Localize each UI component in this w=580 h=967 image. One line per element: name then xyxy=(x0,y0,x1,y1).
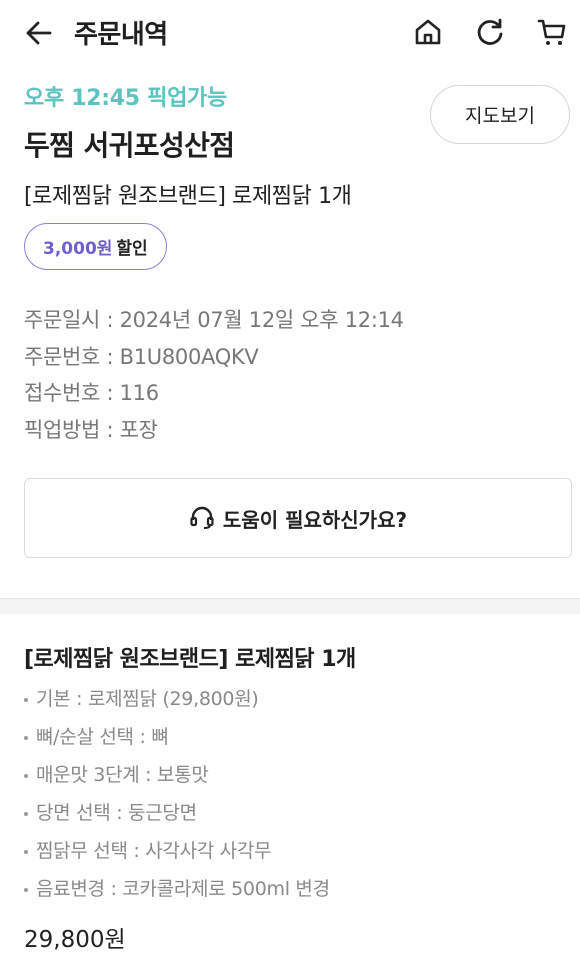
option-text: 뼈/순살 선택 : 뼈 xyxy=(36,726,169,748)
discount-amount: 3,000원 xyxy=(43,239,113,259)
pickup-method: 픽업방법 : 포장 xyxy=(24,418,158,443)
order-summary: [로제찜닭 원조브랜드] 로제찜닭 1개 xyxy=(24,184,352,209)
home-button[interactable] xyxy=(410,14,446,50)
menu-option-list: 기본 : 로제찜닭 (29,800원) 뼈/순살 선택 : 뼈 매운맛 3단계 … xyxy=(24,680,330,908)
option-item: 매운맛 3단계 : 보통맛 xyxy=(24,756,330,794)
headset-icon xyxy=(190,506,214,529)
arrow-left-icon xyxy=(26,21,52,45)
order-info-list: 주문일시 : 2024년 07월 12일 오후 12:14 주문번호 : B1U… xyxy=(24,304,404,451)
section-divider xyxy=(0,598,580,614)
bullet-icon xyxy=(24,888,28,892)
option-text: 찜닭무 선택 : 사각사각 사각무 xyxy=(36,840,272,862)
item-price: 29,800원 xyxy=(24,927,126,953)
map-view-button[interactable]: 지도보기 xyxy=(430,85,570,144)
app-header: 주문내역 xyxy=(0,0,580,64)
bullet-icon xyxy=(24,812,28,816)
option-item: 당면 선택 : 둥근당면 xyxy=(24,794,330,832)
bullet-icon xyxy=(24,850,28,854)
cart-button[interactable] xyxy=(534,14,570,50)
help-button[interactable]: 도움이 필요하신가요? xyxy=(24,478,572,558)
option-text: 음료변경 : 코카콜라제로 500ml 변경 xyxy=(36,878,330,900)
bullet-icon xyxy=(24,774,28,778)
option-text: 당면 선택 : 둥근당면 xyxy=(36,802,197,824)
option-text: 기본 : 로제찜닭 (29,800원) xyxy=(36,688,259,710)
help-label: 도움이 필요하신가요? xyxy=(222,507,408,532)
store-name: 두찜 서귀포성산점 xyxy=(24,129,235,162)
cart-icon xyxy=(537,19,566,45)
pickup-time: 오후 12:45 픽업가능 xyxy=(24,86,227,111)
page-title: 주문내역 xyxy=(74,20,168,50)
discount-badge: 3,000원 할인 xyxy=(24,223,167,270)
order-datetime: 주문일시 : 2024년 07월 12일 오후 12:14 xyxy=(24,308,404,332)
order-number: 주문번호 : B1U800AQKV xyxy=(24,344,259,369)
home-icon xyxy=(415,19,441,45)
option-text: 매운맛 3단계 : 보통맛 xyxy=(36,764,209,786)
bullet-icon xyxy=(24,698,28,702)
option-item: 찜닭무 선택 : 사각사각 사각무 xyxy=(24,832,330,870)
refresh-button[interactable] xyxy=(472,14,508,50)
option-item: 뼈/순살 선택 : 뼈 xyxy=(24,718,330,756)
refresh-icon xyxy=(477,18,503,45)
option-item: 기본 : 로제찜닭 (29,800원) xyxy=(24,680,330,718)
back-button[interactable] xyxy=(22,16,56,50)
bullet-icon xyxy=(24,736,28,740)
receipt-number: 접수번호 : 116 xyxy=(24,381,159,406)
menu-item-title: [로제찜닭 원조브랜드] 로제찜닭 1개 xyxy=(24,647,356,672)
option-item: 음료변경 : 코카콜라제로 500ml 변경 xyxy=(24,870,330,908)
discount-label: 할인 xyxy=(116,239,148,259)
